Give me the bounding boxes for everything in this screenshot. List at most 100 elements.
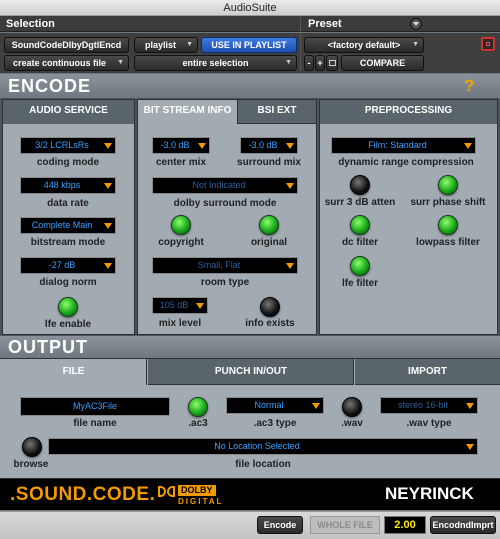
digital-word: DIGITAL — [178, 497, 224, 506]
browse-button[interactable] — [22, 437, 42, 457]
dolby-logo: DOLBY DIGITAL — [158, 484, 222, 506]
drc-dropdown[interactable]: Film: Standard — [331, 137, 476, 154]
dc-filter-label: dc filter — [341, 237, 379, 248]
controls-strip: SoundCodeDlbyDgtlEncd playlist USE IN PL… — [0, 33, 500, 73]
tab-file[interactable]: FILE — [0, 359, 147, 385]
lfe-enable-toggle[interactable] — [58, 297, 78, 317]
room-type-dropdown[interactable]: Small, Flat — [152, 257, 298, 274]
dolby-word: DOLBY — [178, 485, 216, 496]
selection-scope-dropdown[interactable]: entire selection — [134, 55, 297, 71]
soundcode-logo: .SOUND.CODE. — [10, 484, 156, 505]
surr-phase-shift-toggle[interactable] — [438, 175, 458, 195]
wav-type-dropdown[interactable]: stereo 16-bit — [380, 397, 478, 414]
wav-toggle[interactable] — [342, 397, 362, 417]
processing-value-field[interactable]: 2.00 — [384, 516, 426, 534]
dialog-norm-label: dialog norm — [39, 277, 97, 288]
original-label: original — [250, 237, 288, 248]
dc-filter-toggle[interactable] — [350, 215, 370, 235]
whole-file-button[interactable]: WHOLE FILE — [310, 516, 380, 534]
info-exists-label: info exists — [245, 318, 295, 329]
surr-3db-atten-label: surr 3 dB atten — [324, 197, 396, 208]
tab-punch-label: PUNCH IN/OUT — [214, 366, 288, 377]
file-name-label: file name — [73, 418, 117, 429]
data-rate-label: data rate — [47, 198, 89, 209]
header-divider — [300, 16, 301, 32]
preset-dropdown[interactable]: <factory default> — [304, 37, 424, 53]
bypass-button[interactable] — [481, 37, 495, 51]
surround-mix-label: surround mix — [237, 157, 301, 168]
data-rate-dropdown[interactable]: 448 kbps — [20, 177, 116, 194]
encode-title: ENCODE — [8, 76, 92, 96]
tab-bitstream-info[interactable]: BIT STREAM INFO — [138, 100, 237, 124]
file-name-input[interactable]: MyAC3File — [20, 397, 170, 416]
coding-mode-dropdown[interactable]: 3/2 LCRLsRs — [20, 137, 116, 154]
lowpass-filter-label: lowpass filter — [416, 237, 480, 248]
drc-label: dynamic range compression — [338, 157, 474, 168]
preprocessing-panel: PREPROCESSING — [319, 99, 498, 335]
lfe-filter-toggle[interactable] — [350, 256, 370, 276]
file-location-dropdown[interactable]: No Location Selected — [48, 438, 478, 455]
use-in-playlist-button[interactable]: USE IN PLAYLIST — [201, 37, 297, 53]
footer-bar: Encode WHOLE FILE 2.00 EncodndImprt — [0, 511, 500, 539]
surround-mix-dropdown[interactable]: -3.0 dB — [240, 137, 298, 154]
compare-button[interactable]: COMPARE — [341, 55, 424, 71]
preset-menu-button[interactable] — [410, 18, 422, 30]
audio-service-title: AUDIO SERVICE — [29, 105, 108, 116]
help-button[interactable]: ? — [464, 76, 474, 96]
lowpass-filter-toggle[interactable] — [438, 215, 458, 235]
window-title: AudioSuite — [0, 0, 500, 16]
tab-bitstream-info-label: BIT STREAM INFO — [143, 105, 232, 116]
ac3-label: .ac3 — [188, 418, 208, 429]
tab-bsi-ext[interactable]: BSI EXT — [237, 100, 316, 124]
original-toggle[interactable] — [259, 215, 279, 235]
mix-level-label: mix level — [158, 318, 202, 329]
center-mix-label: center mix — [155, 157, 207, 168]
preprocessing-title-bar: PREPROCESSING — [320, 100, 497, 124]
tab-import-label: IMPORT — [408, 366, 447, 377]
output-title: OUTPUT — [8, 337, 88, 357]
preset-minus-button[interactable]: - — [304, 55, 314, 71]
tab-file-label: FILE — [62, 366, 85, 377]
encode-header: ENCODE ? — [0, 74, 500, 98]
info-exists-toggle[interactable] — [260, 297, 280, 317]
audio-service-title-bar: AUDIO SERVICE — [3, 100, 134, 124]
file-location-label: file location — [235, 459, 291, 470]
dolby-surround-dropdown[interactable]: Not Indicated — [152, 177, 298, 194]
wav-label: .wav — [341, 418, 363, 429]
tab-import[interactable]: IMPORT — [355, 359, 500, 385]
copyright-toggle[interactable] — [171, 215, 191, 235]
mix-level-dropdown[interactable]: 105 dB — [152, 297, 208, 314]
room-type-label: room type — [200, 277, 250, 288]
preset-header: Preset — [308, 18, 342, 30]
tab-bsi-ext-label: BSI EXT — [257, 105, 297, 116]
ac3-toggle[interactable] — [188, 397, 208, 417]
bitstream-mode-dropdown[interactable]: Complete Main — [20, 217, 116, 234]
playlist-dropdown[interactable]: playlist — [134, 37, 198, 53]
wav-type-label: .wav type — [406, 418, 452, 429]
header-bar: Selection Preset — [0, 16, 500, 32]
copyright-label: copyright — [158, 237, 204, 248]
center-mix-dropdown[interactable]: -3.0 dB — [152, 137, 210, 154]
tab-punch[interactable]: PUNCH IN/OUT — [148, 359, 354, 385]
plugin-name-field[interactable]: SoundCodeDlbyDgtlEncd — [4, 37, 129, 53]
coding-mode-label: coding mode — [36, 157, 100, 168]
dolby-d-mirror-icon — [167, 486, 175, 497]
neyrinck-logo: NEYRINCK — [385, 484, 474, 503]
output-header: OUTPUT — [0, 336, 500, 358]
surr-3db-atten-toggle[interactable] — [350, 175, 370, 195]
branding-strip: .SOUND.CODE. DOLBY DIGITAL NEYRINCK — [0, 478, 500, 510]
dialog-norm-dropdown[interactable]: -27 dB — [20, 257, 116, 274]
chevron-down-icon — [413, 22, 419, 26]
dolby-d-icon — [158, 486, 166, 497]
strip-divider — [300, 33, 301, 73]
dolby-surround-label: dolby surround mode — [173, 198, 277, 209]
processing-mode-dropdown[interactable]: create continuous file — [4, 55, 129, 71]
ac3-type-dropdown[interactable]: Normal — [226, 397, 324, 414]
encode-button[interactable]: Encode — [257, 516, 303, 534]
preset-save-button[interactable] — [326, 55, 338, 71]
lfe-filter-label: lfe filter — [341, 278, 379, 289]
plugin-select-button[interactable]: EncodndImprt — [430, 516, 496, 534]
surr-phase-shift-label: surr phase shift — [410, 197, 486, 208]
power-icon — [486, 42, 490, 46]
preset-plus-button[interactable]: + — [315, 55, 325, 71]
